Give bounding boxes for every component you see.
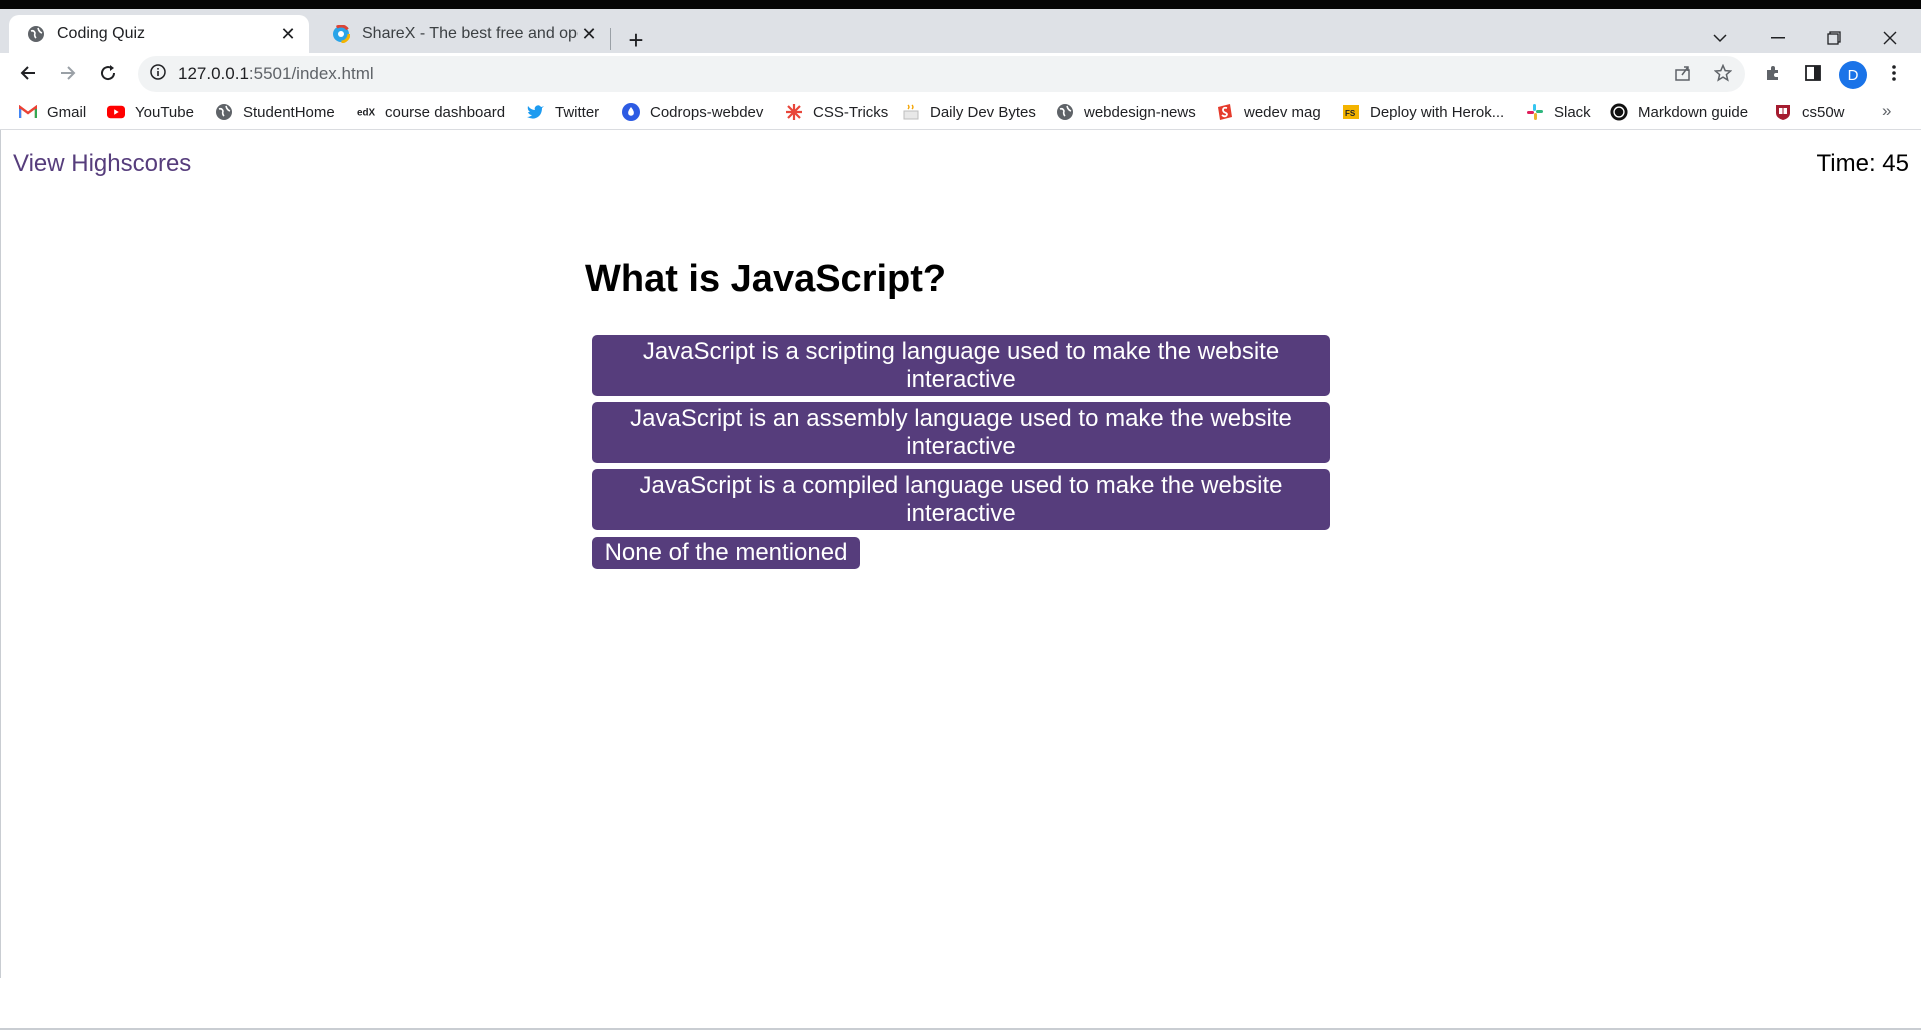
share-icon[interactable] bbox=[1666, 56, 1700, 90]
gmail-icon bbox=[19, 103, 37, 121]
window-top-border bbox=[0, 0, 1921, 9]
profile-avatar[interactable]: D bbox=[1839, 61, 1867, 89]
answer-button-4[interactable]: None of the mentioned bbox=[592, 537, 860, 569]
twitter-icon bbox=[527, 103, 545, 121]
url-text: 127.0.0.1:5501/index.html bbox=[178, 64, 374, 84]
globe-icon bbox=[1056, 103, 1074, 121]
quiz-timer: Time: 45 bbox=[1816, 150, 1909, 177]
edx-icon: edX bbox=[357, 103, 375, 121]
bookmark-deploy-heroku[interactable]: FS Deploy with Herok... bbox=[1342, 101, 1504, 123]
smashing-icon bbox=[1216, 103, 1234, 121]
tab-sharex[interactable]: ShareX - The best free and open ✕ bbox=[314, 15, 610, 53]
bookmark-label: YouTube bbox=[135, 103, 194, 121]
fs-icon: FS bbox=[1342, 103, 1360, 121]
bookmark-youtube[interactable]: YouTube bbox=[107, 101, 194, 123]
bookmark-wedev-mag[interactable]: wedev mag bbox=[1216, 101, 1321, 123]
url-host: 127.0.0.1 bbox=[178, 64, 249, 83]
close-tab-icon[interactable]: ✕ bbox=[578, 23, 600, 45]
svg-text:FS: FS bbox=[1345, 109, 1356, 118]
bookmark-label: Twitter bbox=[555, 103, 600, 121]
tab-coding-quiz[interactable]: Coding Quiz ✕ bbox=[9, 15, 309, 53]
tab-separator bbox=[610, 28, 611, 50]
bookmark-star-icon[interactable] bbox=[1706, 56, 1740, 90]
question-heading: What is JavaScript? bbox=[585, 258, 947, 300]
close-tab-icon[interactable]: ✕ bbox=[277, 23, 299, 45]
bookmarks-bar: Gmail YouTube StudentHome edX course das… bbox=[0, 95, 1921, 130]
harvard-icon bbox=[1774, 103, 1792, 121]
bookmark-label: course dashboard bbox=[385, 103, 506, 121]
bookmark-course-dashboard[interactable]: edX course dashboard bbox=[357, 101, 505, 123]
forward-button[interactable] bbox=[51, 56, 85, 90]
bookmark-label: StudentHome bbox=[243, 103, 335, 121]
reload-button[interactable] bbox=[91, 56, 125, 90]
css-tricks-icon bbox=[785, 103, 803, 121]
codrops-icon bbox=[622, 103, 640, 121]
globe-icon bbox=[27, 25, 45, 43]
bookmark-label: CSS-Tricks bbox=[813, 103, 889, 121]
menu-kebab-icon[interactable] bbox=[1877, 56, 1911, 90]
bookmark-css-tricks[interactable]: CSS-Tricks bbox=[785, 101, 888, 123]
site-info-icon[interactable] bbox=[150, 63, 166, 85]
bookmark-label: Gmail bbox=[47, 103, 87, 121]
more-bookmarks-chevron-icon[interactable]: » bbox=[1882, 101, 1891, 121]
bookmark-cs50w[interactable]: cs50w bbox=[1774, 101, 1845, 123]
side-panel-icon[interactable] bbox=[1796, 56, 1830, 90]
bookmark-label: Daily Dev Bytes bbox=[930, 103, 1036, 121]
tab-title: Coding Quiz bbox=[57, 25, 146, 42]
view-highscores-link[interactable]: View Highscores bbox=[13, 150, 191, 178]
restore-button[interactable] bbox=[1806, 18, 1862, 58]
svg-text:edX: edX bbox=[357, 108, 375, 119]
bookmark-twitter[interactable]: Twitter bbox=[527, 101, 599, 123]
globe-icon bbox=[215, 103, 233, 121]
cup-icon bbox=[902, 103, 920, 121]
bookmark-label: wedev mag bbox=[1244, 103, 1321, 121]
bookmark-gmail[interactable]: Gmail bbox=[19, 101, 86, 123]
bookmark-label: Codrops-webdev bbox=[650, 103, 764, 121]
slack-icon bbox=[1526, 103, 1544, 121]
answer-button-1[interactable]: JavaScript is a scripting language used … bbox=[592, 335, 1330, 396]
bookmark-markdown-guide[interactable]: Markdown guide bbox=[1610, 101, 1748, 123]
markdown-icon bbox=[1610, 103, 1628, 121]
tab-search-dropdown-icon[interactable] bbox=[1692, 18, 1748, 58]
bookmark-codrops[interactable]: Codrops-webdev bbox=[622, 101, 763, 123]
tab-title: ShareX - The best free and open bbox=[362, 25, 578, 42]
address-bar[interactable]: 127.0.0.1:5501/index.html bbox=[138, 56, 1745, 92]
browser-toolbar: 127.0.0.1:5501/index.html D bbox=[0, 53, 1921, 95]
bookmark-studenthome[interactable]: StudentHome bbox=[215, 101, 335, 123]
bookmark-label: cs50w bbox=[1802, 103, 1845, 121]
bookmark-label: Deploy with Herok... bbox=[1370, 103, 1505, 121]
answer-button-2[interactable]: JavaScript is an assembly language used … bbox=[592, 402, 1330, 463]
bookmark-daily-dev-bytes[interactable]: Daily Dev Bytes bbox=[902, 101, 1036, 123]
minimize-button[interactable] bbox=[1750, 18, 1806, 58]
sharex-icon bbox=[332, 25, 350, 43]
extensions-icon[interactable] bbox=[1756, 56, 1790, 90]
tab-strip: Coding Quiz ✕ ShareX - The best free and… bbox=[0, 9, 1921, 55]
bookmark-webdesign-news[interactable]: webdesign-news bbox=[1056, 101, 1196, 123]
url-path: :5501/index.html bbox=[248, 64, 374, 83]
bookmark-label: Markdown guide bbox=[1638, 103, 1749, 121]
back-button[interactable] bbox=[11, 56, 45, 90]
page-viewport bbox=[0, 130, 1921, 1030]
viewport-left-edge bbox=[0, 130, 1, 978]
bookmark-label: webdesign-news bbox=[1084, 103, 1196, 121]
new-tab-button[interactable]: + bbox=[622, 25, 650, 55]
close-window-button[interactable] bbox=[1862, 18, 1918, 58]
answer-button-3[interactable]: JavaScript is a compiled language used t… bbox=[592, 469, 1330, 530]
bookmark-slack[interactable]: Slack bbox=[1526, 101, 1591, 123]
bookmark-label: Slack bbox=[1554, 103, 1591, 121]
youtube-icon bbox=[107, 103, 125, 121]
